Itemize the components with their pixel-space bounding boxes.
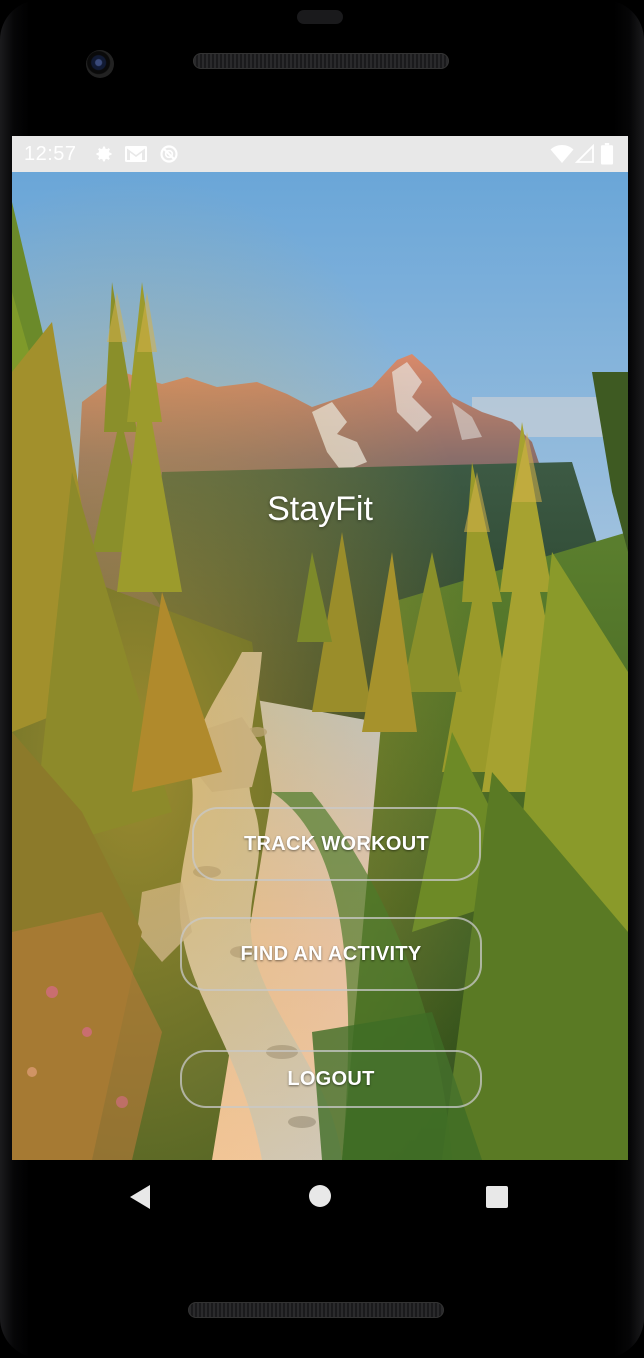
status-bar: 12:57 <box>12 136 628 172</box>
recents-icon[interactable] <box>485 1185 509 1209</box>
logout-button[interactable]: LOGOUT <box>180 1050 482 1108</box>
screen: 12:57 StayFit TRACK WORKOUT FIND AN ACTI… <box>12 136 628 1160</box>
cell-signal-icon <box>575 144 594 163</box>
battery-icon <box>600 143 614 165</box>
mountain-trail-background: StayFit TRACK WORKOUT FIND AN ACTIVITY L… <box>12 172 628 1160</box>
find-activity-button[interactable]: FIND AN ACTIVITY <box>180 917 482 991</box>
front-camera <box>86 50 114 78</box>
back-icon[interactable] <box>128 1184 152 1210</box>
earpiece-notch <box>297 10 343 24</box>
app-title: StayFit <box>267 490 373 528</box>
top-speaker-grille <box>193 53 449 69</box>
status-time: 12:57 <box>24 143 77 165</box>
mountain-trail-image <box>12 172 628 1160</box>
track-workout-button[interactable]: TRACK WORKOUT <box>192 807 481 881</box>
bottom-speaker-grille <box>188 1302 444 1318</box>
gear-icon <box>96 146 112 162</box>
gmail-icon <box>125 146 147 162</box>
sync-disabled-icon <box>160 145 178 163</box>
wifi-icon <box>550 145 574 163</box>
phone-frame: 12:57 StayFit TRACK WORKOUT FIND AN ACTI… <box>0 0 644 1358</box>
home-icon[interactable] <box>308 1184 332 1208</box>
navigation-bar <box>0 1160 644 1232</box>
